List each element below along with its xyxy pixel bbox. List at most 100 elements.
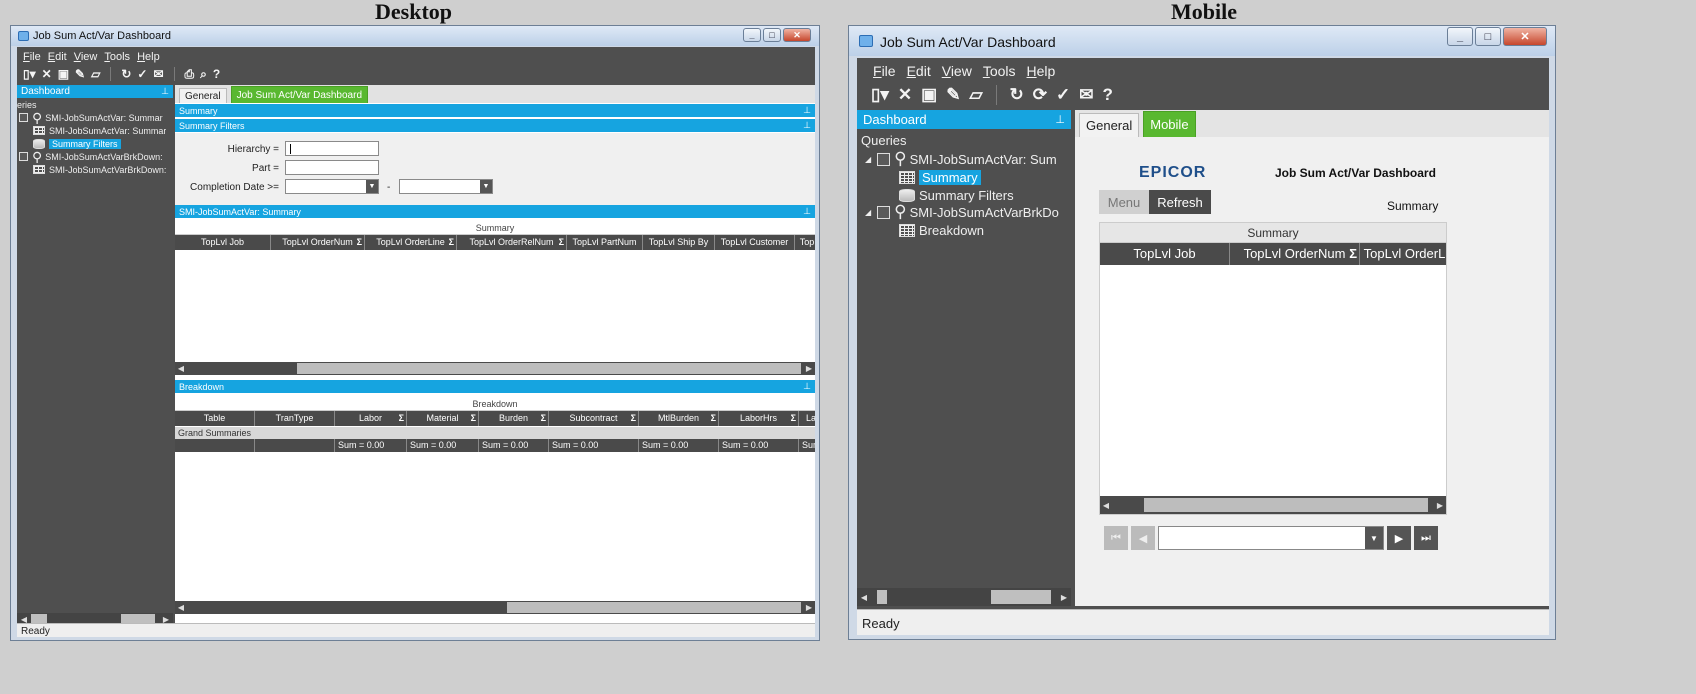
- column-header[interactable]: Subcontract Σ: [549, 411, 639, 426]
- menu-view[interactable]: View: [942, 63, 972, 82]
- column-header[interactable]: Burden Σ: [479, 411, 549, 426]
- refresh-all-icon[interactable]: ✓: [137, 67, 147, 81]
- last-record-icon[interactable]: ⏭: [1414, 526, 1438, 550]
- column-header[interactable]: Table: [175, 411, 255, 426]
- menu-file[interactable]: File: [873, 63, 896, 82]
- column-header[interactable]: MtlBurden Σ: [639, 411, 719, 426]
- maximize-button[interactable]: □: [763, 28, 781, 42]
- help-icon[interactable]: ?: [213, 67, 220, 81]
- column-header[interactable]: TopLvl OrderLine Σ: [365, 235, 457, 250]
- sum-icon[interactable]: Σ: [541, 411, 546, 426]
- menu-button[interactable]: Menu: [1099, 190, 1149, 214]
- pin-icon[interactable]: ⊥: [803, 381, 811, 392]
- grid-scrollbar[interactable]: ◀ ▶: [1100, 496, 1446, 514]
- menu-help[interactable]: Help: [1027, 63, 1056, 82]
- mobile-titlebar[interactable]: Job Sum Act/Var Dashboard _ □ ✕: [849, 26, 1555, 56]
- scroll-right-icon[interactable]: ▶: [1434, 501, 1446, 510]
- column-header[interactable]: Material Σ: [407, 411, 479, 426]
- new-icon[interactable]: ▯▾: [23, 67, 36, 81]
- column-header[interactable]: TopL: [795, 235, 815, 250]
- column-header[interactable]: TopLvl OrderNum Σ: [271, 235, 365, 250]
- menu-tools[interactable]: Tools: [983, 63, 1016, 82]
- new-icon[interactable]: ▯▾: [871, 85, 889, 105]
- tab-general[interactable]: General: [179, 88, 227, 103]
- tree-item[interactable]: Breakdown: [899, 221, 984, 239]
- memo-icon[interactable]: ▱: [91, 67, 100, 81]
- column-header[interactable]: TopLvl Job: [1100, 243, 1230, 265]
- sum-icon[interactable]: Σ: [357, 235, 362, 250]
- sum-icon[interactable]: Σ: [631, 411, 636, 426]
- tree-item[interactable]: SMI-JobSumActVar: Summar: [33, 124, 166, 137]
- help-icon[interactable]: ?: [1103, 85, 1113, 105]
- pin-icon[interactable]: ⊥: [1055, 113, 1065, 126]
- sum-icon[interactable]: Σ: [791, 411, 796, 426]
- chevron-down-icon[interactable]: ▼: [366, 180, 378, 193]
- tree-item[interactable]: ◢ ⚲ SMI-JobSumActVarBrkDo: [865, 203, 1059, 221]
- column-header[interactable]: Labor Σ: [335, 411, 407, 426]
- column-header[interactable]: TopLvl OrderNum Σ: [1230, 243, 1360, 265]
- refresh-icon[interactable]: ↻: [121, 67, 131, 81]
- maximize-button[interactable]: □: [1475, 27, 1501, 46]
- minimize-button[interactable]: _: [1447, 27, 1473, 46]
- column-header[interactable]: TopLvl OrderRelNum Σ: [457, 235, 567, 250]
- pin-icon[interactable]: ⊥: [803, 105, 811, 116]
- memo-icon[interactable]: ▱: [969, 85, 982, 105]
- tree-item-selected[interactable]: Summary Filters: [33, 137, 121, 150]
- tab-mobile[interactable]: Mobile: [1143, 111, 1196, 137]
- sum-icon[interactable]: Σ: [471, 411, 476, 426]
- column-header[interactable]: LaborHrs Σ: [719, 411, 799, 426]
- completion-date-from[interactable]: ▼: [285, 179, 379, 194]
- summary-section-header[interactable]: Summary ⊥: [175, 104, 815, 117]
- tree-item-selected[interactable]: Summary: [899, 168, 981, 186]
- scroll-left-icon[interactable]: ◀: [1100, 501, 1112, 510]
- column-header[interactable]: TopLvl OrderL: [1360, 243, 1446, 265]
- column-header[interactable]: TranType: [255, 411, 335, 426]
- print-preview-icon[interactable]: ⌕: [200, 67, 207, 82]
- chevron-down-icon[interactable]: ▼: [1365, 527, 1383, 549]
- refresh-all-icon[interactable]: ⟳: [1033, 85, 1047, 105]
- column-header[interactable]: TopLvl PartNum: [567, 235, 643, 250]
- pin-icon[interactable]: ⊥: [803, 206, 811, 217]
- clear-icon[interactable]: ✎: [75, 67, 85, 81]
- summary-grid-header[interactable]: SMI-JobSumActVar: Summary ⊥: [175, 205, 815, 218]
- tree-root[interactable]: eries: [17, 99, 37, 111]
- clear-form-icon[interactable]: ✓: [1056, 85, 1070, 105]
- refresh-button[interactable]: Refresh: [1149, 190, 1211, 214]
- column-header[interactable]: TopLvl Customer: [715, 235, 795, 250]
- completion-date-to[interactable]: ▼: [399, 179, 493, 194]
- delete-icon[interactable]: ✕: [898, 85, 912, 105]
- scroll-left-icon[interactable]: ◀: [175, 603, 187, 612]
- pin-icon[interactable]: ⊥: [161, 86, 169, 97]
- column-header[interactable]: Lab: [799, 411, 815, 426]
- column-header[interactable]: TopLvl Job: [175, 235, 271, 250]
- menu-tools[interactable]: Tools: [104, 51, 130, 64]
- scroll-left-icon[interactable]: ◀: [857, 593, 871, 602]
- tree-item[interactable]: Summary Filters: [899, 186, 1014, 204]
- attachment-icon[interactable]: ✉: [1079, 85, 1093, 105]
- summary-filters-header[interactable]: Summary Filters ⊥: [175, 119, 815, 132]
- scroll-right-icon[interactable]: ▶: [803, 603, 815, 612]
- part-input[interactable]: [285, 160, 379, 175]
- scroll-right-icon[interactable]: ▶: [1057, 593, 1071, 602]
- collapse-icon[interactable]: ◢: [865, 208, 871, 217]
- tab-dashboard[interactable]: Job Sum Act/Var Dashboard: [230, 86, 369, 103]
- close-button[interactable]: ✕: [1503, 27, 1547, 46]
- attachment-icon[interactable]: ✉: [153, 67, 163, 81]
- scroll-left-icon[interactable]: ◀: [175, 364, 187, 373]
- clear-icon[interactable]: ✎: [946, 85, 960, 105]
- summary-grid-scrollbar[interactable]: ◀ ▶: [175, 362, 815, 375]
- column-header[interactable]: TopLvl Ship By: [643, 235, 715, 250]
- sum-icon[interactable]: Σ: [449, 235, 454, 250]
- first-record-icon[interactable]: ⏮: [1104, 526, 1128, 550]
- next-record-icon[interactable]: ▶: [1387, 526, 1411, 550]
- tree-item[interactable]: ⚲ SMI-JobSumActVar: Summar: [19, 111, 163, 124]
- refresh-icon[interactable]: ↻: [1010, 85, 1024, 105]
- chevron-down-icon[interactable]: ▼: [480, 180, 492, 193]
- breakdown-section-header[interactable]: Breakdown ⊥: [175, 380, 815, 393]
- sum-icon[interactable]: Σ: [1349, 243, 1357, 265]
- collapse-icon[interactable]: ◢: [865, 155, 871, 164]
- menu-view[interactable]: View: [74, 51, 98, 64]
- delete-icon[interactable]: ✕: [42, 67, 52, 81]
- breakdown-grid-scrollbar[interactable]: ◀ ▶: [175, 601, 815, 614]
- previous-record-icon[interactable]: ◀: [1131, 526, 1155, 550]
